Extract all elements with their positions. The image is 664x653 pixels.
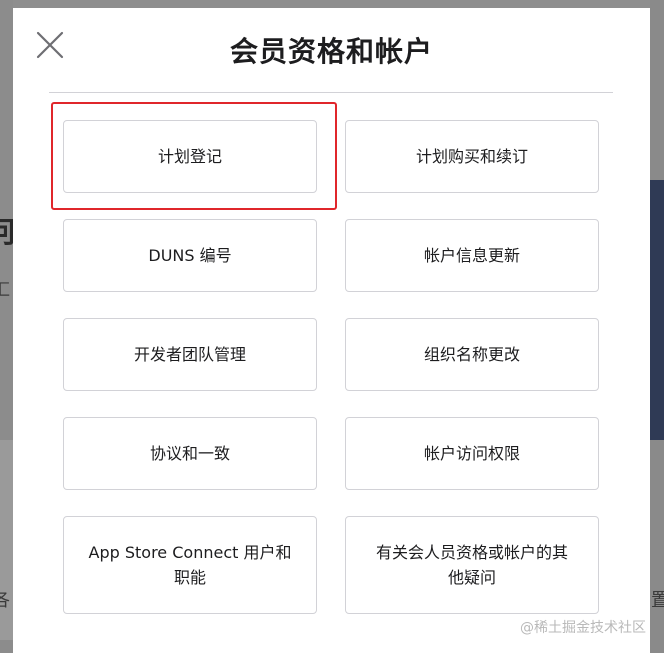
background-text-fragment: 汇: [0, 280, 11, 299]
watermark: @稀土掘金技术社区: [520, 620, 646, 636]
option-duns-number[interactable]: DUNS 编号: [63, 219, 317, 292]
option-account-access[interactable]: 帐户访问权限: [345, 417, 599, 490]
option-program-purchase-renewal[interactable]: 计划购买和续订: [345, 120, 599, 193]
background-image-right: [650, 180, 664, 440]
option-program-enrollment[interactable]: 计划登记: [63, 120, 317, 193]
option-developer-team-management[interactable]: 开发者团队管理: [63, 318, 317, 391]
options-grid: 计划登记 计划购买和续订 DUNS 编号 帐户信息更新 开发者团队管理 组织名称…: [63, 120, 600, 614]
background-text-fragment: 置: [651, 590, 664, 611]
option-organization-name-change[interactable]: 组织名称更改: [345, 318, 599, 391]
membership-account-dialog: 会员资格和帐户 计划登记 计划购买和续订 DUNS 编号 帐户信息更新 开发者团…: [13, 8, 650, 653]
title-divider: [49, 92, 613, 93]
dialog-title: 会员资格和帐户: [229, 35, 433, 68]
background-text-fragment: 各: [0, 590, 10, 611]
option-agreements-compliance[interactable]: 协议和一致: [63, 417, 317, 490]
option-app-store-connect-users-roles[interactable]: App Store Connect 用户和职能: [63, 516, 317, 614]
option-other-membership-questions[interactable]: 有关会人员资格或帐户的其他疑问: [345, 516, 599, 614]
page-backdrop: 何 汇 各 置 会员资格和帐户 计划登记 计划购买和续订 DUNS 编号 帐户信…: [0, 0, 664, 653]
option-account-info-update[interactable]: 帐户信息更新: [345, 219, 599, 292]
